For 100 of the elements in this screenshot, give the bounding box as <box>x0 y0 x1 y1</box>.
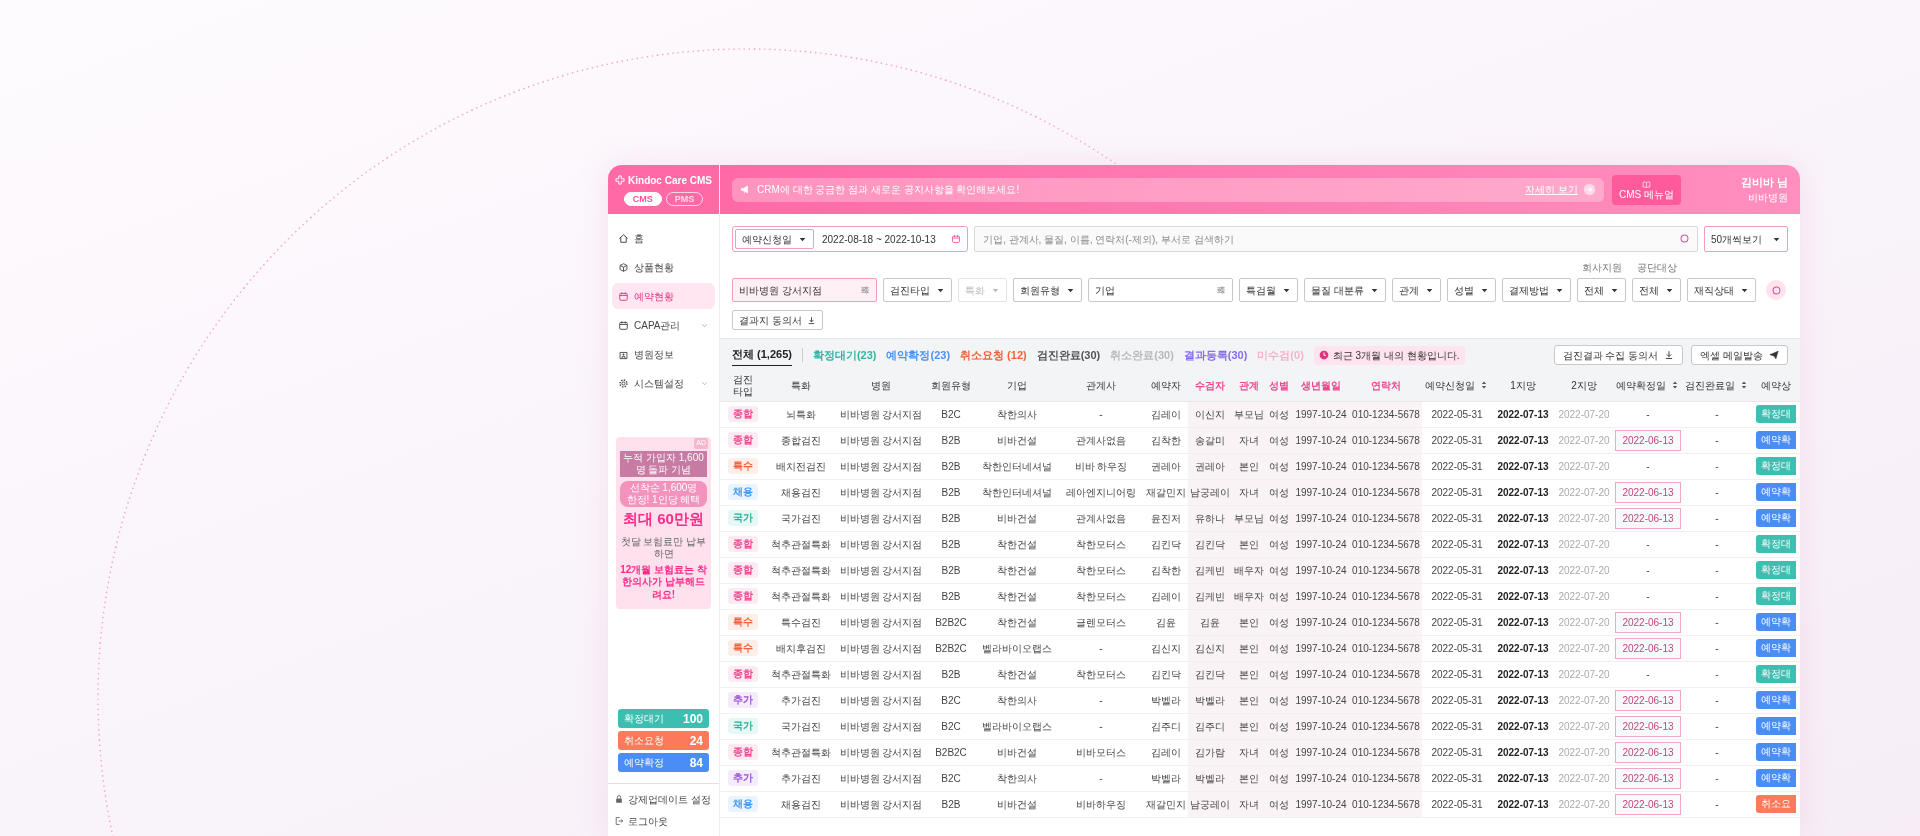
status-tab[interactable]: 예약확정(23) <box>886 344 951 366</box>
column-header: 관계 <box>1232 371 1266 401</box>
filter-select[interactable]: 물질 대분류 <box>1304 278 1386 302</box>
table-cell: - <box>1682 479 1752 505</box>
menu-item[interactable]: 홈 <box>612 225 715 251</box>
manual-button[interactable]: CMS 메뉴얼 <box>1611 174 1681 205</box>
table-cell: 여성 <box>1266 427 1292 453</box>
status-tab[interactable]: 결과등록(30) <box>1183 344 1248 366</box>
search-field[interactable]: 기업, 관계사, 물질, 이름, 연락처(-제외), 부서로 검색하기 <box>974 226 1698 252</box>
table-cell: - <box>1682 791 1752 817</box>
offer-pill: 선착순 1,600명 한정! 1인당 혜택 <box>620 481 707 507</box>
mode-tab[interactable]: CMS <box>623 191 662 207</box>
counter-label: 예약확정 <box>624 756 664 770</box>
column-header[interactable]: 예약확정일 <box>1614 371 1682 401</box>
status-tab[interactable]: 전체 (1,265) <box>732 344 792 366</box>
table-cell: 여성 <box>1266 479 1292 505</box>
filter-select[interactable]: 관계 <box>1392 278 1441 302</box>
table-cell: - <box>1682 505 1752 531</box>
counter-value: 24 <box>689 732 703 750</box>
column-header: 병원 <box>836 371 926 401</box>
column-header: 수검자 <box>1188 371 1232 401</box>
consent-download-button[interactable]: 결과지 동의서 <box>732 310 823 330</box>
table-cell: 부모님 <box>1232 505 1266 531</box>
column-header[interactable]: 검진완료일 <box>1682 371 1752 401</box>
table-cell: 비바병원 강서지점 <box>836 609 926 635</box>
filter-select[interactable]: 검진타입 <box>883 278 953 302</box>
table-cell: B2C <box>926 401 976 427</box>
update-setting-link[interactable]: 강제업데이트 설정 <box>608 788 719 810</box>
filter-select[interactable]: 회원유형 <box>1013 278 1083 302</box>
filter-field[interactable]: 기업 <box>1088 278 1234 302</box>
table-cell: 배치전검진 <box>766 453 836 479</box>
status-badge[interactable]: 예약확 <box>1756 509 1796 527</box>
menu-item[interactable]: 예약현황 <box>612 283 715 309</box>
filter-select[interactable]: 특검월 <box>1239 278 1299 302</box>
menu-item[interactable]: CAPA관리 <box>612 312 715 338</box>
logout-link[interactable]: 로그아웃 <box>608 810 719 832</box>
table-cell: 2022-07-13 <box>1492 557 1554 583</box>
menu-item[interactable]: 병원정보 <box>612 341 715 367</box>
filter-select[interactable]: 결제방법 <box>1502 278 1571 302</box>
filter-field[interactable]: 비바병원 강서지점 <box>732 278 878 302</box>
status-badge[interactable]: 예약확 <box>1756 613 1796 631</box>
status-tab[interactable]: 취소요청 (12) <box>960 344 1027 366</box>
sort-icon <box>1479 379 1489 390</box>
table-cell: 부모님 <box>1232 401 1266 427</box>
status-badge[interactable]: 예약확 <box>1756 691 1796 709</box>
table-cell: B2B <box>926 661 976 687</box>
column-header: 예약상 <box>1752 371 1800 401</box>
table-cell: 2022-05-31 <box>1422 687 1492 713</box>
table-cell: 2022-07-20 <box>1554 453 1614 479</box>
status-badge[interactable]: 예약확 <box>1756 717 1796 735</box>
status-badge[interactable]: 예약확 <box>1756 431 1796 449</box>
table-cell: - <box>1058 401 1144 427</box>
table-cell: 2022-07-20 <box>1554 739 1614 765</box>
table-cell: 2022-07-13 <box>1492 661 1554 687</box>
email-send-button[interactable]: 엑셀 메일발송 <box>1691 345 1788 365</box>
table-cell: 이신지 <box>1188 401 1232 427</box>
filter-select[interactable]: 재직상태 <box>1687 278 1756 302</box>
table-cell: 착한건설 <box>976 661 1058 687</box>
status-badge[interactable]: 예약확 <box>1756 769 1796 787</box>
table-cell: 2022-05-31 <box>1422 635 1492 661</box>
table-cell: 본인 <box>1232 531 1266 557</box>
table-cell: 비바모터스 <box>1058 739 1144 765</box>
status-counter[interactable]: 예약확정 84 <box>618 753 709 772</box>
type-badge: 종합 <box>728 666 758 682</box>
status-badge[interactable]: 예약확 <box>1756 483 1796 501</box>
send-icon <box>1769 350 1779 360</box>
filter-select[interactable]: 성별 <box>1447 278 1496 302</box>
consent-download-button[interactable]: 검진결과 수집 동의서 <box>1553 345 1684 365</box>
column-header[interactable]: 예약신청일 <box>1422 371 1492 401</box>
counter-value: 84 <box>689 754 703 772</box>
table-cell: 1997-10-24 <box>1292 791 1350 817</box>
table-cell: 여성 <box>1266 453 1292 479</box>
table-cell: 2022-07-20 <box>1554 609 1614 635</box>
reset-button[interactable] <box>1766 280 1786 300</box>
cross-icon <box>615 175 626 186</box>
date-tag: 2022-06-13 <box>1615 715 1681 737</box>
filter-select[interactable]: 전체 <box>1577 278 1626 302</box>
table-cell: - <box>1682 531 1752 557</box>
status-badge[interactable]: 예약확 <box>1756 639 1796 657</box>
menu-item[interactable]: 상품현황 <box>612 254 715 280</box>
date-type-select[interactable]: 예약신청일 <box>735 229 814 249</box>
status-tab[interactable]: 검진완료(30) <box>1036 344 1101 366</box>
table-cell: 2022-05-31 <box>1422 661 1492 687</box>
table-cell: - <box>1682 427 1752 453</box>
menu-item[interactable]: 시스템설정 <box>612 370 715 396</box>
table-cell: 1997-10-24 <box>1292 765 1350 791</box>
table-cell: - <box>1682 583 1752 609</box>
table-cell: 비바 하우징 <box>1058 453 1144 479</box>
table-cell: B2B2C <box>926 609 976 635</box>
table-cell: B2B2C <box>926 635 976 661</box>
table-cell: 비바병원 강서지점 <box>836 453 926 479</box>
table-cell: 1997-10-24 <box>1292 401 1350 427</box>
table-cell: 2022-07-13 <box>1492 713 1554 739</box>
page-size-select[interactable]: 50개씩보기 <box>1704 226 1788 252</box>
date-range-field[interactable]: 2022-08-18 ~ 2022-10-13 <box>822 231 961 247</box>
table-cell: 2022-07-13 <box>1492 739 1554 765</box>
filter-select[interactable]: 전체 <box>1632 278 1681 302</box>
type-badge: 종합 <box>728 744 758 760</box>
table-cell: - <box>1682 765 1752 791</box>
status-badge[interactable]: 예약확 <box>1756 743 1796 761</box>
